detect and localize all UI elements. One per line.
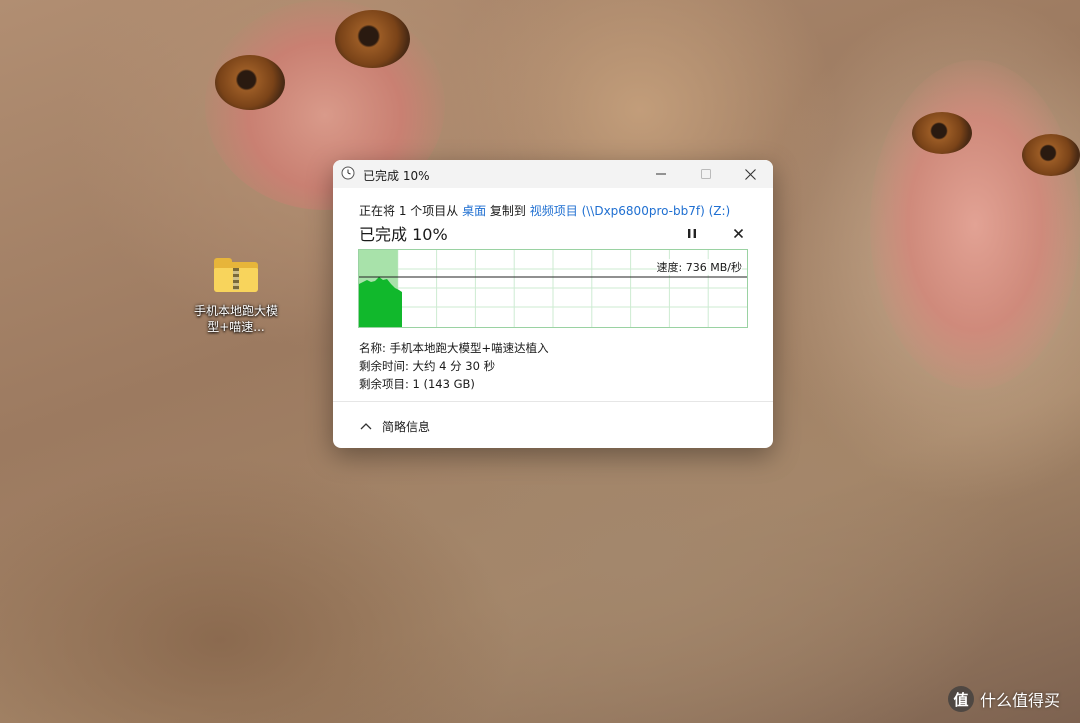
desktop-zip-folder[interactable]: 手机本地跑大模型+喵速... <box>193 258 279 335</box>
transfer-speed-graph: 速度: 736 MB/秒 <box>358 249 748 328</box>
title-bar[interactable]: 已完成 10% <box>333 160 773 188</box>
copy-middle: 复制到 <box>486 204 530 218</box>
pause-button[interactable] <box>683 224 701 242</box>
maximize-button <box>683 160 728 188</box>
file-name-line: 名称: 手机本地跑大模型+喵速达植入 <box>359 341 549 355</box>
wallpaper-eye <box>335 10 410 68</box>
watermark-logo-icon: 值 <box>948 686 974 712</box>
copy-prefix: 正在将 1 个项目从 <box>359 204 463 218</box>
zip-folder-icon <box>214 258 258 292</box>
time-remaining-line: 剩余时间: 大约 4 分 30 秒 <box>359 359 496 373</box>
copy-description: 正在将 1 个项目从 桌面 复制到 视频项目 (\\Dxp6800pro-bb7… <box>359 202 730 219</box>
destination-link[interactable]: 视频项目 (\\Dxp6800pro-bb7f) (Z:) <box>530 204 730 218</box>
wallpaper-monkey-face-right <box>870 60 1080 390</box>
watermark-text: 什么值得买 <box>980 691 1061 710</box>
source-link[interactable]: 桌面 <box>462 204 486 218</box>
less-details-label: 简略信息 <box>382 420 431 434</box>
pause-icon <box>688 228 696 238</box>
minimize-button[interactable] <box>638 160 683 188</box>
wallpaper-eye <box>912 112 972 154</box>
cancel-button[interactable] <box>729 224 747 242</box>
window-title: 已完成 10% <box>363 169 430 183</box>
clock-icon <box>341 166 355 180</box>
speed-label: 速度: 736 MB/秒 <box>656 259 742 275</box>
minimize-icon <box>655 173 666 175</box>
maximize-icon <box>700 169 711 179</box>
site-watermark: 值 什么值得买 <box>948 686 1060 712</box>
close-button[interactable] <box>728 160 773 188</box>
wallpaper-eye <box>215 55 285 110</box>
cancel-icon <box>733 228 743 238</box>
less-details-button[interactable]: 简略信息 <box>359 418 430 435</box>
progress-heading: 已完成 10% <box>359 225 448 244</box>
desktop-icon-label: 手机本地跑大模型+喵速... <box>193 304 278 334</box>
close-icon <box>745 168 756 180</box>
chevron-up-icon <box>360 422 372 429</box>
items-remaining-line: 剩余项目: 1 (143 GB) <box>359 377 475 391</box>
wallpaper-eye <box>1022 134 1080 176</box>
copy-progress-dialog: 已完成 10% 正在将 1 个项目从 桌面 复制到 视频项目 (\\Dxp680… <box>333 160 773 448</box>
divider <box>333 401 773 402</box>
